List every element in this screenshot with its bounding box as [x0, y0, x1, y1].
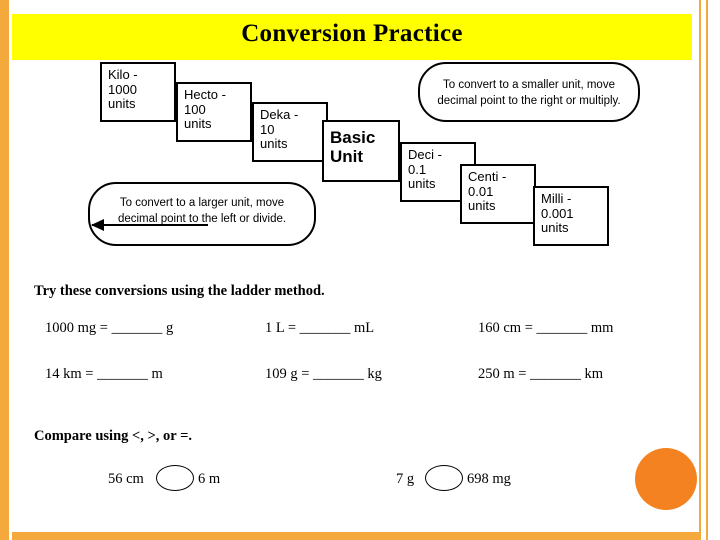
ladder-step-hecto: Hecto - 100 units — [176, 82, 252, 142]
compare-1-answer-oval[interactable] — [156, 465, 194, 491]
decorative-circle — [635, 448, 697, 510]
conversion-problem-5: 109 g = _______ kg — [265, 366, 382, 382]
compare-1-left: 56 cm — [108, 471, 144, 487]
ladder-step-kilo: Kilo - 1000 units — [100, 62, 176, 122]
ladder-step-deka: Deka - 10 units — [252, 102, 328, 162]
callout-larger-unit: To convert to a larger unit, move decima… — [88, 182, 316, 246]
slide: Conversion Practice Kilo - 1000 units He… — [0, 0, 720, 540]
conversion-problem-1: 1000 mg = _______ g — [45, 320, 174, 336]
conversion-problem-6: 250 m = _______ km — [478, 366, 603, 382]
ladder-step-milli: Milli - 0.001 units — [533, 186, 609, 246]
conversions-heading: Try these conversions using the ladder m… — [34, 283, 325, 299]
conversion-problem-3: 160 cm = _______ mm — [478, 320, 614, 336]
callout-smaller-unit: To convert to a smaller unit, move decim… — [418, 62, 640, 122]
conversion-problem-4: 14 km = _______ m — [45, 366, 163, 382]
ladder-step-centi: Centi - 0.01 units — [460, 164, 536, 224]
compare-2-left: 7 g — [396, 471, 415, 487]
metric-ladder-diagram: Kilo - 1000 units Hecto - 100 units Deka… — [0, 56, 720, 261]
compare-2-right: 698 mg — [467, 471, 511, 487]
compare-heading: Compare using <, >, or =. — [34, 428, 192, 444]
compare-2-answer-oval[interactable] — [425, 465, 463, 491]
ladder-step-basic-unit: Basic Unit — [322, 120, 400, 182]
bottom-accent-bar — [12, 532, 699, 540]
compare-1-right: 6 m — [198, 471, 221, 487]
conversion-problem-2: 1 L = _______ mL — [265, 320, 375, 336]
page-title: Conversion Practice — [241, 20, 463, 47]
left-arrow-icon — [91, 219, 208, 231]
